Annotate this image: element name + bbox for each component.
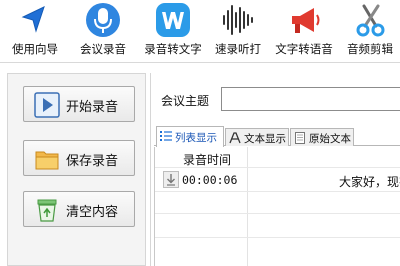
- w-letter-icon: [156, 3, 190, 37]
- view-tabs: 列表显示 文本显示 原始文本: [154, 126, 400, 147]
- meeting-content-panel: 会议主题 列表显示 文本显示 原始文本 录音时间 00:00:06 大家好，现: [150, 73, 400, 266]
- recycle-bin-icon: [37, 199, 57, 222]
- meeting-topic-label: 会议主题: [161, 94, 210, 108]
- start-record-label: 开始录音: [66, 100, 119, 115]
- clear-content-button[interactable]: 清空内容: [23, 191, 135, 227]
- save-record-label: 保存录音: [66, 154, 119, 169]
- meeting-topic-input[interactable]: [221, 87, 400, 111]
- toolbar-meeting-record-label: 会议录音: [80, 42, 126, 56]
- list-icon: [160, 131, 172, 141]
- left-control-panel: 开始录音 保存录音 清空内容: [7, 73, 146, 266]
- tab-raw-text-label: 原始文本: [309, 133, 351, 145]
- toolbar-meeting-record-button[interactable]: 会议录音: [72, 0, 134, 62]
- toolbar-text-to-speech-label: 文字转语音: [275, 42, 333, 56]
- row-divider: [155, 237, 400, 238]
- scissors-icon: [356, 4, 385, 37]
- tab-text-view[interactable]: 文本显示: [225, 128, 289, 146]
- start-record-button[interactable]: 开始录音: [23, 86, 135, 122]
- waveform-icon: [223, 5, 253, 35]
- tab-text-view-label: 文本显示: [244, 133, 286, 145]
- clear-content-label: 清空内容: [66, 205, 119, 220]
- tab-list-view[interactable]: 列表显示: [156, 126, 224, 147]
- tab-raw-text[interactable]: 原始文本: [290, 128, 354, 146]
- column-header-time: 录音时间: [183, 153, 232, 167]
- toolbar-speech-to-text-button[interactable]: 录音转文字: [138, 0, 208, 62]
- toolbar-transcribe-label: 速录听打: [215, 42, 261, 56]
- toolbar-speech-to-text-label: 录音转文字: [144, 42, 202, 56]
- megaphone-icon: [292, 8, 320, 33]
- toolbar-audio-edit-label: 音频剪辑: [347, 42, 393, 56]
- document-icon: [295, 132, 305, 144]
- tab-list-view-label: 列表显示: [175, 132, 217, 144]
- toolbar-text-to-speech-button[interactable]: 文字转语音: [270, 0, 338, 62]
- toolbar-transcribe-button[interactable]: 速录听打: [208, 0, 268, 62]
- navigation-arrow-icon: [21, 6, 45, 33]
- row-time: 00:00:06: [182, 173, 238, 187]
- download-icon[interactable]: [163, 171, 179, 188]
- row-divider: [155, 213, 400, 214]
- save-record-button[interactable]: 保存录音: [23, 140, 135, 176]
- toolbar-guide-button[interactable]: 使用向导: [4, 0, 66, 62]
- toolbar-audio-edit-button[interactable]: 音频剪辑: [340, 0, 400, 62]
- folder-icon: [35, 151, 59, 170]
- recording-list: 录音时间 00:00:06 大家好，现在: [154, 147, 400, 266]
- play-icon: [34, 92, 60, 118]
- microphone-icon: [86, 3, 120, 37]
- text-a-icon: [229, 132, 241, 144]
- row-text: 大家好，现在: [339, 175, 400, 189]
- toolbar-guide-label: 使用向导: [12, 42, 58, 56]
- main-toolbar: 使用向导 会议录音 录音转文字 速录听打 文字转语音 音频剪辑: [0, 0, 400, 63]
- column-divider: [247, 147, 248, 266]
- row-divider: [155, 191, 400, 192]
